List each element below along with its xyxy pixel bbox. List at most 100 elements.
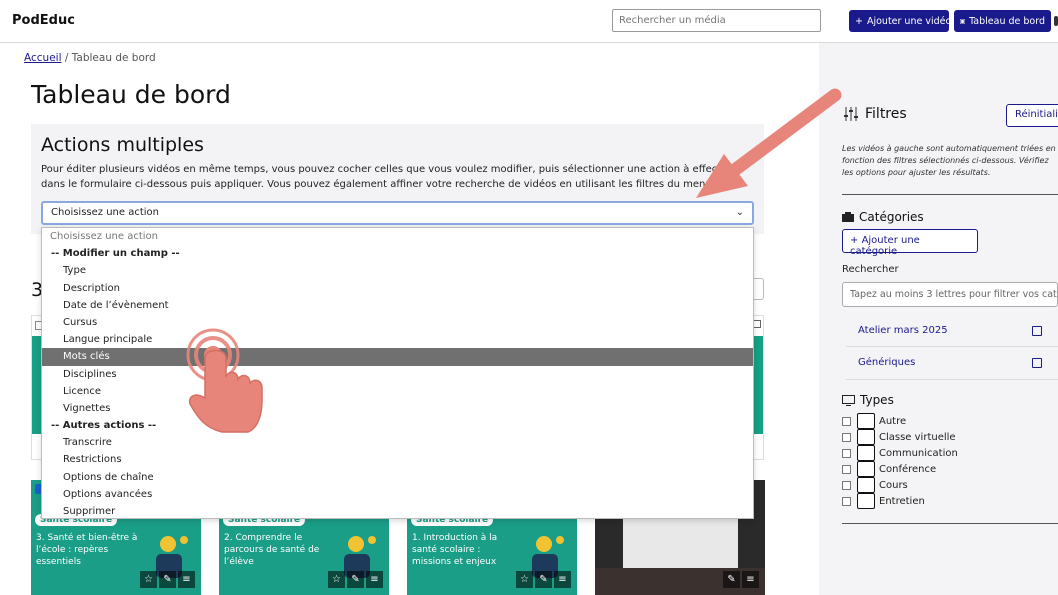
type-filter-autre[interactable]: Autre	[842, 413, 906, 429]
dropdown-option[interactable]: Options avancées	[42, 486, 753, 503]
sidebar-separator	[842, 194, 1058, 195]
category-divider	[846, 346, 1058, 347]
action-select-value: Choisissez une action	[51, 207, 159, 218]
type-checkbox[interactable]	[842, 496, 851, 506]
add-video-label: Ajouter une vidéo	[866, 15, 952, 27]
category-search-input[interactable]: Tapez au moins 3 lettres pour filtrer vo…	[842, 282, 1058, 307]
add-video-button[interactable]: + Ajouter une vidéo	[849, 10, 952, 32]
reset-filters-button[interactable]: Réinitialiser	[1006, 104, 1058, 127]
dropdown-option[interactable]: Vignettes	[42, 400, 753, 417]
breadcrumb-home-link[interactable]: Accueil	[24, 52, 62, 64]
sliders-icon	[844, 107, 858, 121]
type-label: Cours	[879, 479, 908, 491]
video-type-icon	[857, 429, 875, 445]
monitor-icon	[842, 394, 855, 406]
plus-icon: +	[855, 15, 863, 27]
type-label: Autre	[879, 415, 907, 427]
type-checkbox[interactable]	[842, 448, 851, 458]
video-type-icon	[857, 493, 875, 509]
edit-icon[interactable]: ✎	[159, 571, 176, 588]
star-icon[interactable]: ☆	[328, 571, 345, 588]
category-item-atelier[interactable]: Atelier mars 2025	[858, 325, 948, 336]
card-tools: ☆ ✎ ≡	[140, 571, 195, 588]
type-checkbox[interactable]	[842, 432, 851, 442]
menu-icon[interactable]: ≡	[178, 571, 195, 588]
dropdown-option[interactable]: Cursus	[42, 314, 753, 331]
type-checkbox[interactable]	[842, 464, 851, 474]
card-tools: ✎ ≡	[723, 571, 759, 588]
brand-logo[interactable]: PodEduc	[12, 13, 75, 28]
header-overflow-icon[interactable]	[1054, 16, 1058, 26]
filters-note: Les vidéos à gauche sont automatiquement…	[842, 144, 1056, 177]
video-title: 2. Comprendre le parcours de santé de l’…	[224, 533, 320, 567]
dropdown-option[interactable]: Type	[42, 262, 753, 279]
type-filter-classe-virtuelle[interactable]: Classe virtuelle	[842, 429, 956, 445]
dropdown-option[interactable]: Disciplines	[42, 366, 753, 383]
type-filter-conference[interactable]: Conférence	[842, 461, 936, 477]
chevron-down-icon: ⌄	[735, 207, 744, 218]
type-filter-cours[interactable]: Cours	[842, 477, 908, 493]
video-type-icon	[857, 445, 875, 461]
bulk-actions-panel: Actions multiples Pour éditer plusieurs …	[31, 124, 764, 234]
breadcrumb-current: Tableau de bord	[71, 52, 156, 64]
type-label: Entretien	[879, 495, 925, 507]
bulk-actions-title: Actions multiples	[41, 134, 204, 156]
breadcrumb: Accueil / Tableau de bord	[24, 52, 156, 64]
dropdown-option[interactable]: Supprimer	[42, 503, 753, 518]
dropdown-option[interactable]: Restrictions	[42, 451, 753, 468]
action-dropdown-list[interactable]: Choisissez une action -- Modifier un cham…	[41, 227, 754, 519]
type-label: Classe virtuelle	[879, 431, 956, 443]
dropdown-option[interactable]: Transcrire	[42, 434, 753, 451]
media-search-input[interactable]	[612, 9, 821, 32]
types-heading: Types	[842, 393, 894, 407]
menu-icon[interactable]: ≡	[742, 571, 759, 588]
edit-icon[interactable]: ✎	[535, 571, 552, 588]
dropdown-option[interactable]: Date de l’évènement	[42, 297, 753, 314]
categories-title: Catégories	[859, 210, 924, 224]
category-search-label: Rechercher	[842, 264, 899, 275]
filters-heading: Filtres	[843, 106, 907, 122]
menu-icon[interactable]: ≡	[366, 571, 383, 588]
edit-icon[interactable]: ✎	[723, 571, 740, 588]
type-label: Communication	[879, 447, 958, 459]
type-checkbox[interactable]	[842, 416, 851, 426]
card-tools: ☆ ✎ ≡	[516, 571, 571, 588]
dropdown-option[interactable]: Description	[42, 280, 753, 297]
video-type-icon	[857, 477, 875, 493]
breadcrumb-separator: /	[64, 52, 69, 64]
dashboard-button[interactable]: Tableau de bord	[954, 10, 1051, 32]
filters-title: Filtres	[865, 106, 907, 122]
folder-icon	[842, 212, 854, 222]
action-select[interactable]: Choisissez une action ⌄	[41, 201, 754, 225]
dropdown-option[interactable]: Options de chaîne	[42, 469, 753, 486]
type-label: Conférence	[879, 463, 937, 475]
menu-icon[interactable]: ≡	[554, 571, 571, 588]
dropdown-option[interactable]: Choisissez une action	[42, 228, 753, 245]
video-type-icon	[857, 461, 875, 477]
star-icon[interactable]: ☆	[140, 571, 157, 588]
sidebar-separator	[842, 523, 1058, 524]
category-item-generiques[interactable]: Génériques	[858, 357, 915, 368]
edit-icon[interactable]	[1032, 358, 1042, 368]
plus-icon: +	[850, 235, 862, 246]
top-navbar: PodEduc + Ajouter une vidéo Tableau de b…	[0, 0, 1058, 43]
edit-icon[interactable]: ✎	[347, 571, 364, 588]
category-divider	[846, 379, 1058, 380]
add-category-button[interactable]: + Ajouter une catégorie	[842, 229, 978, 257]
card-tools: ☆ ✎ ≡	[328, 571, 383, 588]
dropdown-option[interactable]: Licence	[42, 383, 753, 400]
dropdown-group-label: -- Modifier un champ --	[51, 248, 180, 260]
bulk-actions-description: Pour éditer plusieurs vidéos en même tem…	[41, 164, 738, 190]
type-filter-communication[interactable]: Communication	[842, 445, 958, 461]
type-checkbox[interactable]	[842, 480, 851, 490]
dropdown-group-label: -- Autres actions --	[51, 420, 157, 432]
film-icon	[960, 18, 966, 24]
video-type-icon	[857, 413, 875, 429]
star-icon[interactable]: ☆	[516, 571, 533, 588]
categories-heading: Catégories	[842, 210, 924, 224]
type-filter-entretien[interactable]: Entretien	[842, 493, 925, 509]
edit-icon[interactable]	[1032, 326, 1042, 336]
page-title: Tableau de bord	[31, 80, 231, 109]
dropdown-option[interactable]: Langue principale	[42, 331, 753, 348]
dropdown-option[interactable]: Mots clés	[42, 348, 753, 366]
